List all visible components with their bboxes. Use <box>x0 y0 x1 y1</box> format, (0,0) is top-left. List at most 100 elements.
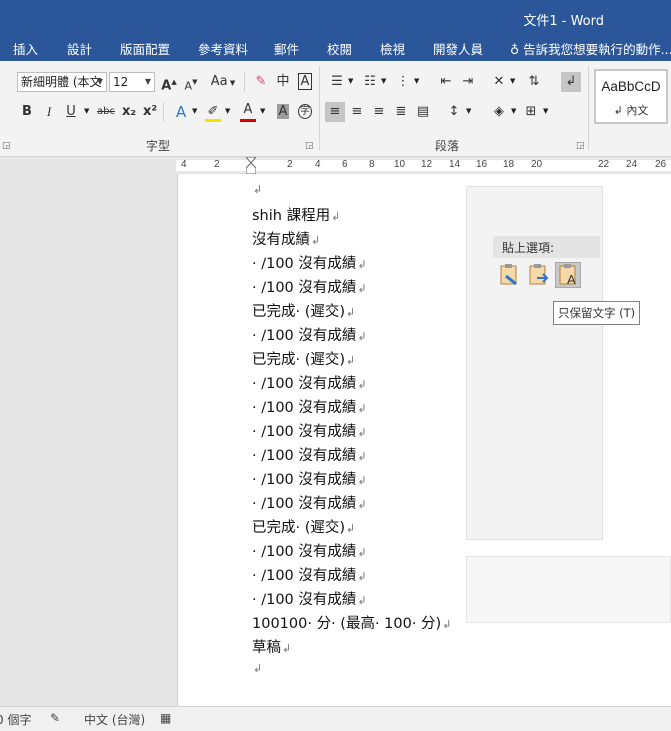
tab-view[interactable]: 檢視 <box>380 39 405 58</box>
clear-formatting-button[interactable]: ✎ <box>251 72 271 92</box>
chevron-down-icon[interactable]: ▼ <box>348 77 353 85</box>
paragraph-mark: ↲ <box>311 234 321 247</box>
tab-layout[interactable]: 版面配置 <box>120 39 170 58</box>
doc-line: · /100 沒有成績↲ <box>252 276 367 297</box>
change-case-icon: Aa <box>210 74 228 89</box>
strikethrough-button[interactable]: abc <box>94 102 118 122</box>
tab-review[interactable]: 校閱 <box>327 39 352 58</box>
line-spacing-icon: ↕ <box>448 104 460 119</box>
bullet-list-icon: ☰ <box>331 74 343 89</box>
paragraph-mark: ↲ <box>357 426 367 439</box>
font-dialog-launcher-icon[interactable]: ◲ <box>305 141 314 151</box>
doc-line-text: · /100 沒有成績 <box>252 568 357 584</box>
chevron-down-icon[interactable]: ▼ <box>414 77 419 85</box>
paragraph-mark: ↲ <box>357 450 367 463</box>
doc-line-text: · /100 沒有成績 <box>252 496 357 512</box>
sort-button[interactable]: ⇅ <box>524 72 544 92</box>
font-size-value: 12 <box>113 75 129 89</box>
justify-button[interactable]: ≣ <box>391 102 411 122</box>
font-color-button[interactable]: A <box>238 100 258 120</box>
group-separator <box>319 66 320 150</box>
borders-button[interactable]: ⊞ <box>521 102 541 122</box>
chevron-down-icon: ▼ <box>96 77 103 86</box>
chinese-layout-icon: ✕ <box>493 74 505 89</box>
tab-mailings[interactable]: 郵件 <box>274 39 299 58</box>
superscript-button[interactable]: x² <box>140 102 160 122</box>
chevron-down-icon[interactable]: ▼ <box>511 107 516 115</box>
tab-design[interactable]: 設計 <box>67 39 92 58</box>
indent-marker-icon[interactable] <box>244 156 258 175</box>
left-margin-area <box>0 174 178 706</box>
keep-source-formatting-button[interactable] <box>496 262 522 288</box>
text-effects-button[interactable]: A <box>171 102 191 122</box>
doc-line-text: 100100· 分· (最高· 100· 分) <box>252 616 442 632</box>
align-left-icon: ≡ <box>329 104 341 119</box>
group-separator <box>588 66 589 150</box>
paragraph-dialog-launcher-icon[interactable]: ◲ <box>576 141 585 151</box>
ruler-number: 8 <box>369 159 375 170</box>
show-formatting-marks-button[interactable]: ↲ <box>561 72 581 92</box>
font-name-combo[interactable]: 新細明體 (本文 ▼ <box>17 72 107 92</box>
chevron-down-icon[interactable]: ▼ <box>466 107 471 115</box>
subscript-button[interactable]: x₂ <box>119 102 139 122</box>
chevron-down-icon[interactable]: ▼ <box>225 107 230 115</box>
line-spacing-button[interactable]: ↕ <box>444 102 464 122</box>
tab-insert[interactable]: 插入 <box>13 39 38 58</box>
bullets-button[interactable]: ☰ <box>327 72 347 92</box>
clipboard-merge-icon <box>529 264 549 285</box>
macro-record-icon[interactable]: ▦ <box>160 711 171 725</box>
align-left-button[interactable]: ≡ <box>325 102 345 122</box>
character-shading-button[interactable]: A <box>273 102 293 122</box>
grow-font-button[interactable]: A▲ <box>159 72 179 93</box>
ruler-number: 22 <box>598 159 610 170</box>
chevron-down-icon[interactable]: ▼ <box>510 77 515 85</box>
underline-button[interactable]: U <box>61 102 81 122</box>
numbering-button[interactable]: ☷ <box>360 72 380 92</box>
style-normal[interactable]: AaBbCcD ↲ 內文 <box>594 69 668 124</box>
keep-text-only-button[interactable]: A <box>555 262 581 288</box>
chevron-down-icon[interactable]: ▼ <box>192 107 197 115</box>
underline-icon: U <box>66 104 76 119</box>
chevron-down-icon[interactable]: ▼ <box>543 107 548 115</box>
paragraph-mark: ↲ <box>357 282 367 295</box>
strikethrough-icon: abc <box>97 106 115 117</box>
enclose-characters-button[interactable]: 字 <box>295 102 315 122</box>
doc-line: 已完成· (遲交)↲ <box>252 300 355 321</box>
justify-icon: ≣ <box>395 104 407 119</box>
multilevel-list-button[interactable]: ⋮ <box>393 72 413 92</box>
language-indicator[interactable]: 中文 (台灣) <box>84 711 145 728</box>
doc-line: · /100 沒有成績↲ <box>252 540 367 561</box>
paragraph-mark: ↲ <box>357 570 367 583</box>
phonetic-guide-button[interactable]: 中 <box>273 72 293 92</box>
increase-indent-button[interactable]: ⇥ <box>458 72 478 92</box>
align-right-button[interactable]: ≡ <box>369 102 389 122</box>
tab-references[interactable]: 參考資料 <box>198 39 248 58</box>
proofing-icon[interactable]: ✎ <box>50 711 60 725</box>
status-bar: 0 個字 ✎ 中文 (台灣) ▦ <box>0 706 671 731</box>
doc-line: · /100 沒有成績↲ <box>252 396 367 417</box>
merge-formatting-button[interactable] <box>525 262 551 288</box>
change-case-button[interactable]: Aa ▼ <box>208 72 238 92</box>
doc-line: · /100 沒有成績↲ <box>252 372 367 393</box>
tab-developer[interactable]: 開發人員 <box>433 39 483 58</box>
font-size-combo[interactable]: 12 ▼ <box>109 72 155 92</box>
shading-button[interactable]: ◈ <box>489 102 509 122</box>
clipboard-dialog-launcher-icon[interactable]: ◲ <box>2 141 11 151</box>
word-count[interactable]: 0 個字 <box>0 711 31 728</box>
character-border-button[interactable]: A <box>295 72 315 92</box>
chevron-down-icon[interactable]: ▼ <box>381 77 386 85</box>
decrease-indent-button[interactable]: ⇤ <box>436 72 456 92</box>
paragraph-mark: ↲ <box>357 594 367 607</box>
shrink-font-button[interactable]: A▼ <box>181 72 201 92</box>
paragraph-mark: ↲ <box>442 618 452 631</box>
chinese-layout-button[interactable]: ✕ <box>489 72 509 92</box>
bold-button[interactable]: B <box>17 102 37 122</box>
chevron-down-icon[interactable]: ▼ <box>84 107 89 115</box>
doc-line: · /100 沒有成績↲ <box>252 444 367 465</box>
chevron-down-icon[interactable]: ▼ <box>260 107 265 115</box>
align-center-button[interactable]: ≡ <box>347 102 367 122</box>
italic-button[interactable]: I <box>39 102 59 122</box>
tell-me-box[interactable]: ♁ 告訴我您想要執行的動作... <box>510 39 671 58</box>
distributed-button[interactable]: ▤ <box>413 102 433 122</box>
doc-line: 沒有成績↲ <box>252 228 320 249</box>
